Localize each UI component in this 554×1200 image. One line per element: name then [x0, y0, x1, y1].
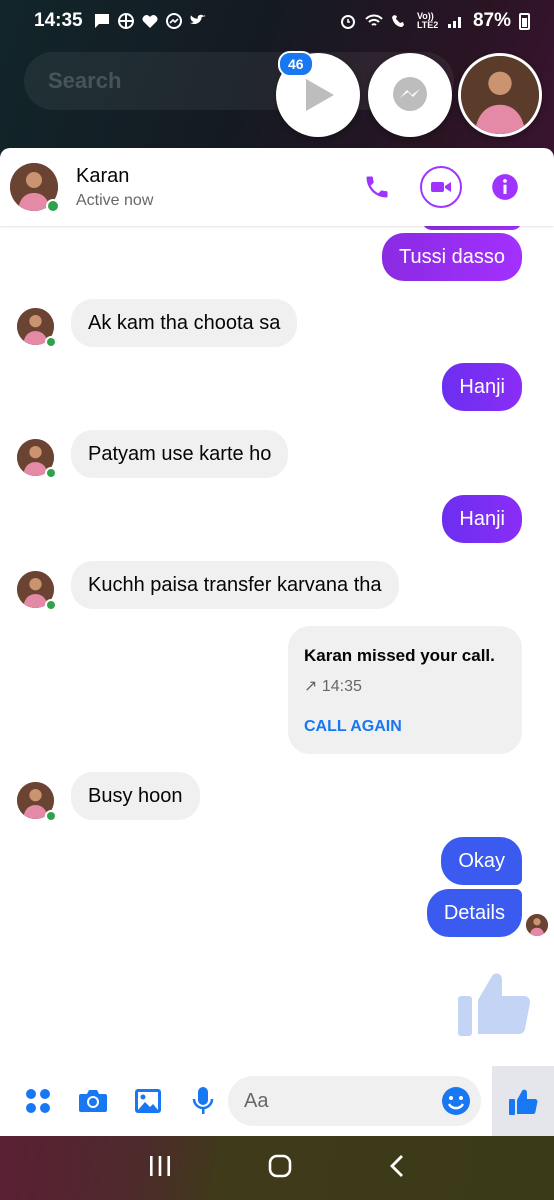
unread-badge: 46 — [278, 51, 314, 77]
sending-like-icon — [458, 973, 531, 1036]
avatar[interactable] — [10, 163, 60, 213]
like-button[interactable] — [492, 1066, 554, 1136]
home-button[interactable] — [267, 1153, 293, 1184]
gallery-button[interactable] — [132, 1085, 164, 1117]
thumbs-up-icon — [509, 1089, 538, 1115]
four-dots-icon — [26, 1089, 50, 1113]
karan-photo — [526, 914, 548, 936]
seen-indicator-avatar — [526, 914, 548, 936]
info-icon — [492, 174, 518, 200]
back-button[interactable] — [387, 1153, 407, 1184]
battery-icon — [519, 12, 530, 30]
message-list[interactable]: Tussi dasso Ak kam tha choota sa Hanji P… — [0, 210, 554, 1066]
recent-apps-button[interactable] — [147, 1154, 173, 1183]
play-icon — [306, 79, 334, 111]
status-time: 14:35 — [34, 10, 83, 31]
voice-button[interactable] — [187, 1085, 219, 1117]
video-camera-icon — [431, 182, 451, 192]
app-grid-icon — [117, 13, 134, 29]
network-label: Vo)) LTE2 — [416, 11, 439, 30]
signal-icon — [447, 17, 461, 28]
battery-percent: 87% — [472, 10, 511, 31]
microphone-icon — [192, 1087, 214, 1114]
message-bubble-received[interactable]: Ak kam tha choota sa — [71, 299, 298, 347]
avatar — [17, 782, 57, 822]
missed-call-title: Karan missed your call. — [304, 646, 495, 665]
emoji-button[interactable] — [441, 1086, 471, 1121]
wifi-icon — [365, 14, 383, 26]
info-button[interactable] — [484, 166, 526, 208]
home-icon — [268, 1154, 292, 1177]
notification-icons — [93, 13, 207, 29]
message-icon — [94, 14, 109, 28]
voice-call-button[interactable] — [356, 166, 398, 208]
message-bubble-sent[interactable]: Tussi dasso — [382, 233, 522, 281]
online-indicator — [45, 336, 57, 348]
missed-call-card: Karan missed your call. ↗ 14:35 CALL AGA… — [288, 626, 522, 754]
call-signal-icon — [391, 15, 404, 27]
heart-icon — [142, 15, 158, 28]
avatar — [17, 571, 57, 611]
messenger-icon — [393, 77, 427, 111]
chat-head-karan[interactable] — [458, 53, 542, 137]
contact-status: Active now — [76, 191, 154, 209]
recents-icon — [150, 1155, 170, 1176]
message-bubble-sent[interactable]: Details — [426, 889, 522, 937]
camera-button[interactable] — [77, 1085, 109, 1117]
avatar — [461, 56, 539, 134]
video-call-button[interactable] — [420, 166, 462, 208]
message-bubble-sent[interactable]: Hanji — [442, 363, 522, 411]
contact-name[interactable]: Karan — [76, 165, 153, 188]
back-icon — [390, 1154, 403, 1177]
message-bubble-sent[interactable]: Hanji — [442, 495, 522, 543]
online-indicator — [46, 199, 60, 213]
chat-head-messenger[interactable] — [368, 53, 452, 137]
avatar — [17, 439, 57, 479]
emoji-icon — [442, 1087, 470, 1115]
message-bubble-received[interactable]: Patyam use karte ho — [71, 430, 289, 478]
call-again-button[interactable]: CALL AGAIN — [304, 718, 506, 736]
twitter-icon — [189, 14, 206, 25]
status-bar: 14:35 Vo)) LTE2 87% — [0, 0, 554, 42]
more-actions-button[interactable] — [22, 1085, 54, 1117]
avatar — [17, 308, 57, 348]
message-bubble-received[interactable]: Kuchh paisa transfer karvana tha — [71, 561, 399, 609]
chat-header: Karan Active now — [0, 148, 554, 226]
alarm-icon — [340, 15, 355, 29]
online-indicator — [45, 599, 57, 611]
image-icon — [135, 1089, 161, 1113]
online-indicator — [45, 467, 57, 479]
camera-icon — [79, 1090, 107, 1112]
missed-call-time: ↗ 14:35 — [304, 678, 362, 695]
message-bubble-sent[interactable]: Okay — [441, 837, 522, 885]
system-navigation-bar — [0, 1136, 554, 1200]
message-bubble-received[interactable]: Busy hoon — [71, 772, 200, 820]
phone-icon — [366, 176, 388, 198]
online-indicator — [45, 810, 57, 822]
messenger-small-icon — [165, 13, 182, 29]
